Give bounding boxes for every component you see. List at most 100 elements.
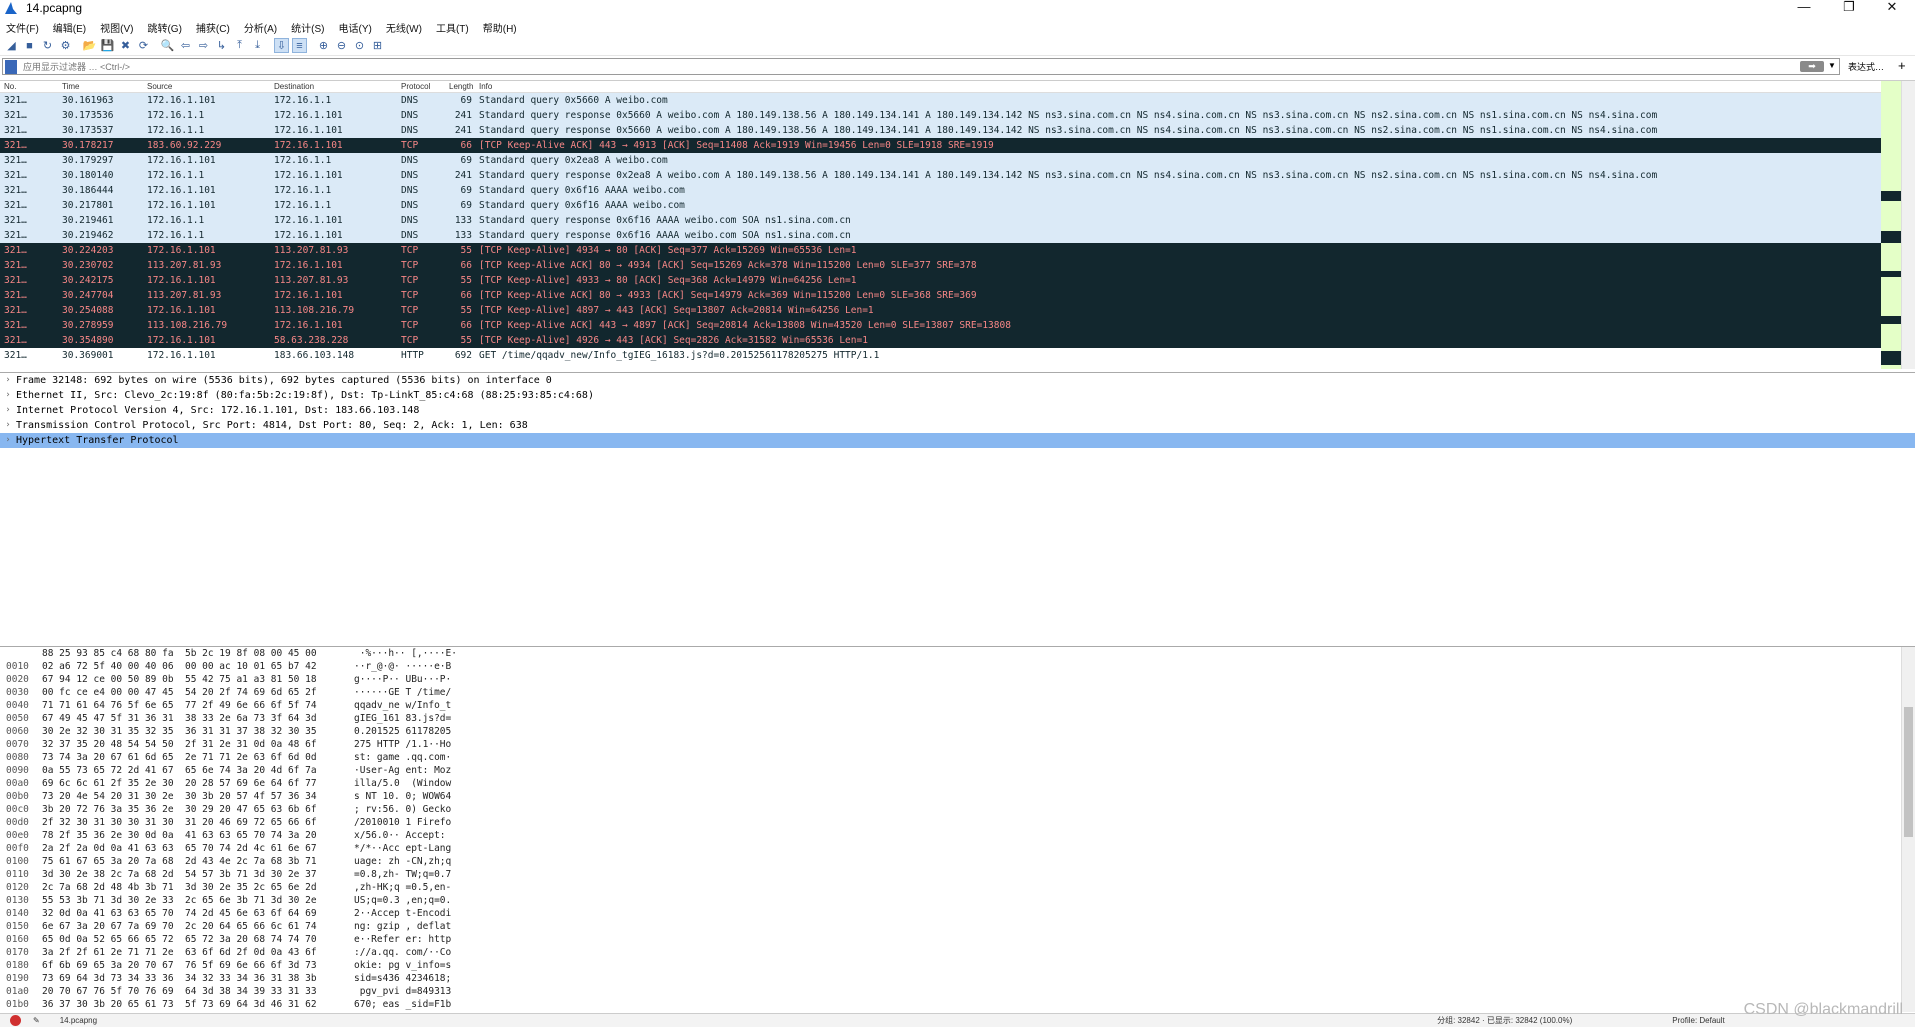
column-header-protocol[interactable]: Protocol (397, 81, 445, 92)
detail-tree-item[interactable]: › Hypertext Transfer Protocol (0, 433, 1915, 448)
menu-item-1[interactable]: 编辑(E) (53, 20, 86, 35)
bytes-row[interactable]: 0020 67 94 12 ce 00 50 89 0b 55 42 75 a1 … (0, 673, 1915, 686)
reload-icon[interactable]: ⟳ (136, 38, 151, 53)
filter-bookmark-icon[interactable] (5, 59, 17, 74)
packet-row[interactable]: 321… 30.217801 172.16.1.101 172.16.1.1 DNS 69… (0, 198, 1915, 213)
minimize-button[interactable]: — (1781, 0, 1827, 16)
find-icon[interactable]: 🔍 (160, 38, 175, 53)
bytes-row[interactable]: 00b0 73 20 4e 54 20 31 30 2e 30 3b 20 57 … (0, 790, 1915, 803)
packet-row[interactable]: 321… 30.161963 172.16.1.101 172.16.1.1 DNS 69… (0, 93, 1915, 108)
bytes-row[interactable]: 0080 73 74 3a 20 67 61 6d 65 2e 71 71 2e … (0, 751, 1915, 764)
detail-tree-item[interactable]: › Ethernet II, Src: Clevo_2c:19:8f (80:fa… (0, 388, 1915, 403)
options-gear-icon[interactable]: ⚙ (58, 38, 73, 53)
packet-row[interactable]: 321… 30.173537 172.16.1.1 172.16.1.101 DNS 24… (0, 123, 1915, 138)
add-filter-button[interactable]: + (1898, 58, 1906, 73)
packet-row[interactable]: 321… 30.186444 172.16.1.101 172.16.1.1 DNS 69… (0, 183, 1915, 198)
bytes-row[interactable]: 0110 3d 30 2e 38 2c 7a 68 2d 54 57 3b 71 … (0, 868, 1915, 881)
packet-row[interactable]: 321… 30.278959 113.108.216.79 172.16.1.101 T… (0, 318, 1915, 333)
bytes-row[interactable]: 00c0 3b 20 72 76 3a 35 36 2e 30 29 20 47 … (0, 803, 1915, 816)
bytes-row[interactable]: 01b0 36 37 30 3b 20 65 61 73 5f 73 69 64 … (0, 998, 1915, 1011)
expand-arrow-icon[interactable]: › (0, 403, 16, 418)
packet-row[interactable]: 321… 30.230702 113.207.81.93 172.16.1.101 TC… (0, 258, 1915, 273)
bytes-row[interactable]: 00d0 2f 32 30 31 30 30 31 30 31 20 46 69 … (0, 816, 1915, 829)
bytes-row[interactable]: 01a0 20 70 67 76 5f 70 76 69 64 3d 38 34 … (0, 985, 1915, 998)
close-window-button[interactable]: ✕ (1869, 0, 1915, 16)
column-header-info[interactable]: Info (475, 81, 1875, 92)
column-header-destination[interactable]: Destination (270, 81, 397, 92)
column-header-length[interactable]: Length (445, 81, 475, 92)
menu-item-3[interactable]: 跳转(G) (147, 20, 181, 35)
expand-arrow-icon[interactable]: › (0, 433, 16, 448)
first-packet-icon[interactable]: ⤒ (232, 38, 247, 53)
bytes-row[interactable]: 0160 65 0d 0a 52 65 66 65 72 65 72 3a 20 … (0, 933, 1915, 946)
column-header-no[interactable]: No. (0, 81, 58, 92)
bytes-row[interactable]: 0070 32 37 35 20 48 54 54 50 2f 31 2e 31 … (0, 738, 1915, 751)
expand-arrow-icon[interactable]: › (0, 418, 16, 433)
save-file-icon[interactable]: 💾 (100, 38, 115, 53)
bytes-row[interactable]: 0120 2c 7a 68 2d 48 4b 3b 71 3d 30 2e 35 … (0, 881, 1915, 894)
bytes-row[interactable]: 0170 3a 2f 2f 61 2e 71 71 2e 63 6f 6d 2f … (0, 946, 1915, 959)
menu-item-7[interactable]: 电话(Y) (339, 20, 372, 35)
packet-row[interactable]: 321… 30.178217 183.60.92.229 172.16.1.101 TC… (0, 138, 1915, 153)
expression-button[interactable]: 表达式… (1848, 60, 1884, 73)
packet-row[interactable]: 321… 30.179297 172.16.1.101 172.16.1.1 DNS 69… (0, 153, 1915, 168)
expand-arrow-icon[interactable]: › (0, 388, 16, 403)
bytes-row[interactable]: 0050 67 49 45 47 5f 31 36 31 38 33 2e 6a … (0, 712, 1915, 725)
bytes-row[interactable]: 0140 32 0d 0a 41 63 63 65 70 74 2d 45 6e … (0, 907, 1915, 920)
bytes-row[interactable]: 00f0 2a 2f 2a 0d 0a 41 63 63 65 70 74 2d … (0, 842, 1915, 855)
edit-comment-icon[interactable]: ✎ (33, 1016, 40, 1025)
column-header-source[interactable]: Source (143, 81, 270, 92)
shark-fin-start-icon[interactable]: ◢ (4, 38, 19, 53)
menu-item-2[interactable]: 视图(V) (100, 20, 133, 35)
go-back-icon[interactable]: ⇦ (178, 38, 193, 53)
packet-row[interactable]: 321… 30.173536 172.16.1.1 172.16.1.101 DNS 24… (0, 108, 1915, 123)
bytes-row[interactable]: 88 25 93 85 c4 68 80 fa 5b 2c 19 8f 08 0… (0, 647, 1915, 660)
packet-minimap[interactable] (1881, 81, 1901, 369)
status-profile[interactable]: Profile: Default (1672, 1016, 1724, 1025)
menu-item-4[interactable]: 捕获(C) (196, 20, 230, 35)
packet-row[interactable]: 321… 30.254088 172.16.1.101 113.108.216.79 T… (0, 303, 1915, 318)
menu-item-9[interactable]: 工具(T) (436, 20, 469, 35)
bytes-row[interactable]: 0150 6e 67 3a 20 67 7a 69 70 2c 20 64 65 … (0, 920, 1915, 933)
bytes-row[interactable]: 0010 02 a6 72 5f 40 00 40 06 00 00 ac 10 … (0, 660, 1915, 673)
close-file-icon[interactable]: ✖ (118, 38, 133, 53)
bytes-scroll-thumb[interactable] (1904, 707, 1913, 837)
go-forward-icon[interactable]: ⇨ (196, 38, 211, 53)
bytes-row[interactable]: 0060 30 2e 32 30 31 35 32 35 36 31 31 37 … (0, 725, 1915, 738)
restore-button[interactable]: ❐ (1826, 0, 1872, 16)
normal-size-icon[interactable]: ⊙ (352, 38, 367, 53)
menu-item-6[interactable]: 统计(S) (291, 20, 324, 35)
go-to-packet-icon[interactable]: ↳ (214, 38, 229, 53)
bytes-scrollbar[interactable] (1901, 647, 1915, 1012)
restart-icon[interactable]: ↻ (40, 38, 55, 53)
column-header-time[interactable]: Time (58, 81, 143, 92)
bytes-row[interactable]: 0090 0a 55 73 65 72 2d 41 67 65 6e 74 3a … (0, 764, 1915, 777)
packet-row[interactable]: 321… 30.247704 113.207.81.93 172.16.1.101 TC… (0, 288, 1915, 303)
autoscroll-icon[interactable]: ⇩ (274, 38, 289, 53)
colorize-icon[interactable]: ≡ (292, 38, 307, 53)
display-filter-input[interactable] (23, 61, 1723, 72)
packet-row[interactable]: 321… 30.180140 172.16.1.1 172.16.1.101 DNS 24… (0, 168, 1915, 183)
menu-item-5[interactable]: 分析(A) (244, 20, 277, 35)
bytes-row[interactable]: 0100 75 61 67 65 3a 20 7a 68 2d 43 4e 2c … (0, 855, 1915, 868)
expand-arrow-icon[interactable]: › (0, 373, 16, 388)
zoom-in-icon[interactable]: ⊕ (316, 38, 331, 53)
expert-info-icon[interactable] (10, 1015, 21, 1026)
bytes-row[interactable]: 0180 6f 6b 69 65 3a 20 70 67 76 5f 69 6e … (0, 959, 1915, 972)
packet-row[interactable]: 321… 30.224203 172.16.1.101 113.207.81.93 TC… (0, 243, 1915, 258)
bytes-row[interactable]: 0030 00 fc ce e4 00 00 47 45 54 20 2f 74 … (0, 686, 1915, 699)
detail-tree-item[interactable]: › Frame 32148: 692 bytes on wire (5536 bi… (0, 373, 1915, 388)
last-packet-icon[interactable]: ⤓ (250, 38, 265, 53)
open-folder-icon[interactable]: 📂 (82, 38, 97, 53)
bytes-row[interactable]: 0040 71 71 61 64 76 5f 6e 65 77 2f 49 6e … (0, 699, 1915, 712)
filter-history-dropdown-icon[interactable]: ▼ (1828, 61, 1836, 70)
packet-row[interactable]: 321… 30.354890 172.16.1.101 58.63.238.228 TC… (0, 333, 1915, 348)
resize-columns-icon[interactable]: ⊞ (370, 38, 385, 53)
packet-row[interactable]: 321… 30.219461 172.16.1.1 172.16.1.101 DNS 13… (0, 213, 1915, 228)
packet-row[interactable]: 321… 30.369001 172.16.1.101 183.66.103.148 H… (0, 348, 1915, 363)
bytes-row[interactable]: 00e0 78 2f 35 36 2e 30 0d 0a 41 63 63 65 … (0, 829, 1915, 842)
bytes-row[interactable]: 00a0 69 6c 6c 61 2f 35 2e 30 20 28 57 69 … (0, 777, 1915, 790)
packet-row[interactable]: 321… 30.242175 172.16.1.101 113.207.81.93 TC… (0, 273, 1915, 288)
menu-item-10[interactable]: 帮助(H) (483, 20, 517, 35)
menu-item-0[interactable]: 文件(F) (6, 20, 39, 35)
